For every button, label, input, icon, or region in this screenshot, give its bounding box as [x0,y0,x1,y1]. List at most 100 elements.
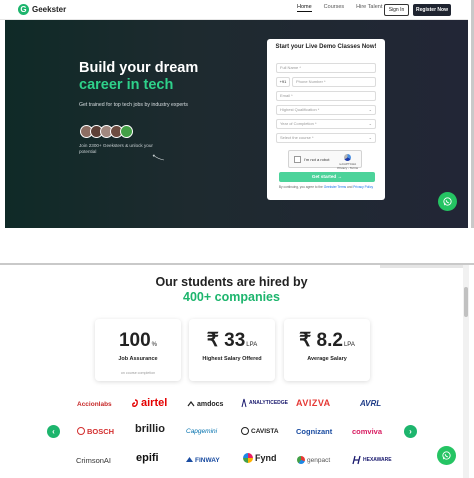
company-logo-accionlabs: Accionlabs [77,397,112,411]
finway-icon [186,457,193,462]
company-name: Fynd [255,453,277,463]
whatsapp-icon [442,451,451,460]
stat-unit: LPA [246,342,258,348]
avatar [120,125,133,138]
hired-title: Our students are hired by [155,275,308,289]
stat-label: Average Salary [307,356,347,362]
chevron-down-icon: ⌄ [368,107,372,112]
course-select[interactable]: Select the course * ⌄ [276,133,376,143]
company-name: epifi [136,452,159,464]
whatsapp-button[interactable] [437,446,456,465]
hero-title: Build your dream career in tech [79,60,198,94]
company-name: CrimsonAI [76,455,112,465]
stat-number: ₹ 33 [206,330,246,351]
terms-link[interactable]: Geekster Terms [324,185,346,189]
chevron-right-icon: › [409,427,412,436]
stat-card-job-assurance: 100% Job Assurance on course completion [95,319,181,381]
qualification-select[interactable]: Highest Qualification * ⌄ [276,105,376,115]
cavista-icon [241,427,249,435]
whatsapp-button[interactable] [438,192,457,211]
stat-value: ₹ 33LPA [189,331,275,355]
divider [380,265,464,268]
terms-and: and [347,185,353,189]
arrow-icon [152,154,165,161]
hero-title-line1: Build your dream [79,60,199,76]
company-logo-hexaware: HEXAWARE [352,453,392,467]
company-logo-cavista: CAVISTA [241,424,279,438]
signin-button[interactable]: Sign In [384,4,409,16]
student-avatars [80,125,133,138]
nav-link-home[interactable]: Home [297,4,312,12]
recaptcha-widget: I'm not a robot reCAPTCHA Privacy - Term… [288,150,362,170]
brand-logo[interactable]: G Geekster [18,4,66,15]
recaptcha-checkbox[interactable] [294,156,301,163]
company-logo-finway: FINWAY [186,453,220,467]
navbar: G Geekster Home Courses Hire Talent Sign… [0,0,468,20]
company-logo-cognizant: Cognizant [296,424,332,438]
hero-title-line2: career in tech [79,77,174,93]
phone-code-select[interactable]: +91 [276,77,290,87]
hero-subtitle: Get trained for top tech jobs by industr… [79,102,188,108]
stat-note: on course completion [120,371,156,375]
company-name: airtel [141,397,168,409]
recaptcha-links[interactable]: Privacy - Terms [337,166,358,170]
company-name: ANALYTICEDGE [249,400,288,406]
stat-unit: LPA [343,342,355,348]
company-logo-genpact: genpact [297,453,330,467]
analyticedge-icon [241,398,247,408]
company-logo-capgemini: Capgemini [186,424,217,438]
get-started-button[interactable]: Get started → [279,172,375,182]
demo-signup-form: Start your Live Demo Classes Now! Full N… [267,39,385,200]
register-button[interactable]: Register Now [413,4,451,16]
stat-label: Job Assurance [118,356,158,362]
hero-section: Build your dream career in tech Get trai… [5,20,468,228]
chevron-down-icon: ⌄ [368,135,372,140]
recaptcha-logo-icon [344,154,352,161]
stat-value: 100% [95,331,181,355]
company-name: HEXAWARE [363,457,392,463]
company-name: CAVISTA [251,427,279,435]
company-logo-fynd: Fynd [243,451,277,465]
hired-subtitle: 400+ companies [183,290,280,304]
company-name: brillio [135,423,165,435]
company-logo-analyticedge: ANALYTICEDGE [241,396,288,410]
bosch-ring-icon [77,427,85,435]
hero-screenshot: G Geekster Home Courses Hire Talent Sign… [0,0,474,228]
stat-value: ₹ 8.2LPA [284,331,370,355]
form-title: Start your Live Demo Classes Now! [275,44,377,50]
stat-card-average-salary: ₹ 8.2LPA Average Salary [284,319,370,381]
company-name: Capgemini [186,427,218,435]
nav-link-hire-talent[interactable]: Hire Talent [356,4,382,12]
company-name: FINWAY [195,456,220,464]
stat-card-highest-salary: ₹ 33LPA Highest Salary Offered [189,319,275,381]
company-logo-epifi: epifi [136,451,159,465]
company-name: AVIZVA [296,398,331,408]
stat-unit: % [151,342,158,348]
completion-year-select[interactable]: Year of Completion * ⌄ [276,119,376,129]
arrow-right-icon: → [337,174,343,179]
fynd-icon [243,453,253,463]
nav-links: Home Courses Hire Talent [297,4,382,12]
nav-link-courses[interactable]: Courses [324,4,344,12]
genpact-icon [297,456,305,464]
hexaware-icon [352,455,361,465]
chevron-down-icon: ⌄ [368,121,372,126]
scrollbar[interactable] [463,265,469,478]
company-logo-brillio: brillio [135,422,165,436]
recaptcha-label: I'm not a robot [304,157,330,162]
phone-input[interactable]: Phone Number * [292,77,376,87]
carousel-prev-button[interactable]: ‹ [47,425,60,438]
email-input[interactable]: Email * [276,91,376,101]
company-logo-bosch: BOSCH [77,424,114,438]
privacy-link[interactable]: Privacy Policy [353,185,373,189]
chevron-left-icon: ‹ [52,427,55,436]
stat-number: 100 [118,330,151,351]
completion-placeholder: Year of Completion * [280,121,317,126]
company-name: Cognizant [296,426,333,436]
scrollbar-thumb[interactable] [464,287,468,317]
join-text: Join 2300+ Geeksters & unlock your poten… [79,143,153,154]
full-name-input[interactable]: Full Name * [276,63,376,73]
company-name: AVRL [360,398,382,408]
course-placeholder: Select the course * [280,135,314,140]
carousel-next-button[interactable]: › [404,425,417,438]
